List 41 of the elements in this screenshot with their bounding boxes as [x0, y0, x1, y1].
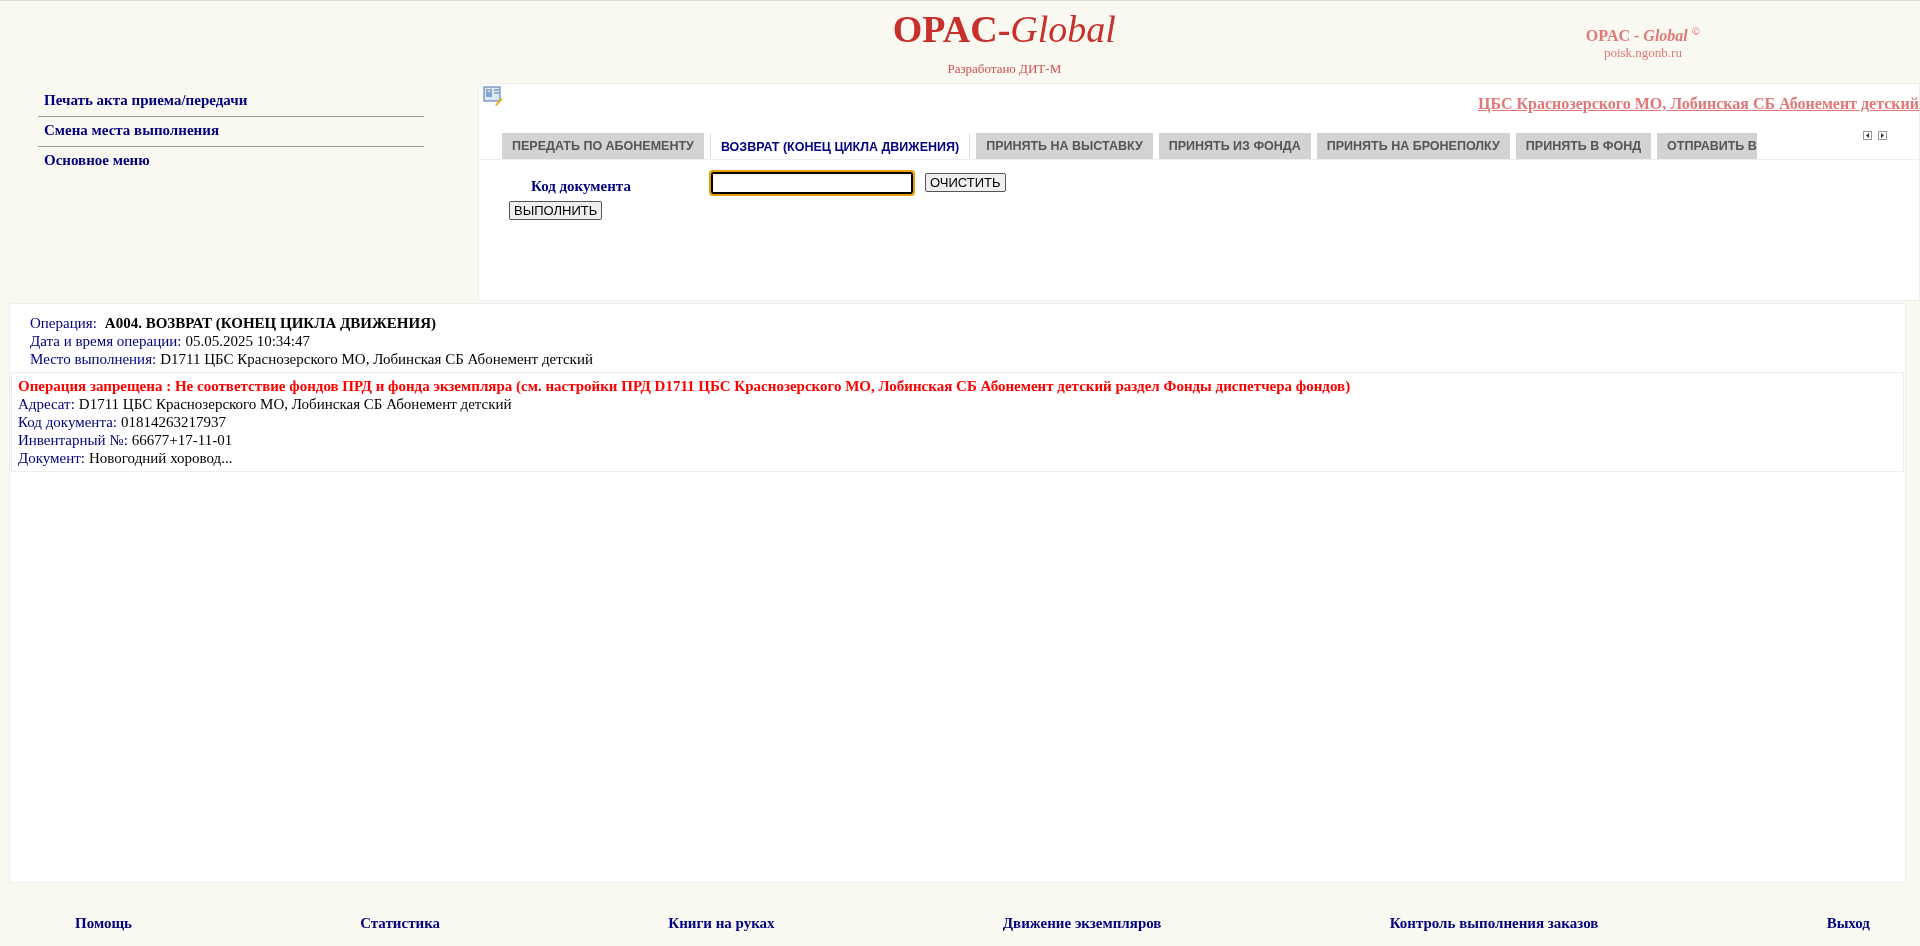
footer-link[interactable]: Статистика	[360, 915, 441, 932]
footer-link[interactable]: Контроль выполнения заказов	[1389, 915, 1599, 932]
sidebar-link[interactable]: Смена места выполнения	[38, 117, 424, 147]
label-text: Документ:	[18, 450, 85, 466]
field-label: Код документа	[531, 178, 632, 195]
tab[interactable]: ВОЗВРАТ (КОНЕЦ ЦИКЛА ДВИЖЕНИЯ)	[709, 133, 971, 159]
scroll-left-icon[interactable]	[1863, 131, 1872, 140]
label-text: Адресат:	[18, 396, 75, 412]
tab[interactable]: ПРИНЯТЬ НА БРОНЕПОЛКУ	[1316, 133, 1510, 159]
sidebar-link[interactable]: Печать акта приема/передачи	[38, 87, 424, 117]
value-text: D1711 ЦБС Краснозерского МО, Лобинская СБ Абонемент детский	[160, 351, 593, 367]
footer-link[interactable]: Выход	[1826, 915, 1870, 932]
scroll-right-icon[interactable]	[1878, 131, 1887, 140]
footer-link[interactable]: Книги на руках	[668, 915, 775, 932]
label-text: Операция:	[30, 315, 97, 331]
label-text: Дата и время операции:	[30, 333, 182, 349]
tab[interactable]: ПРИНЯТЬ В ФОНД	[1515, 133, 1652, 159]
sidebar-link[interactable]: Основное меню	[38, 147, 424, 176]
tab[interactable]: ПРИНЯТЬ НА ВЫСТАВКУ	[976, 133, 1153, 159]
tab[interactable]: ОТПРАВИТЬ В	[1657, 133, 1757, 159]
label-text: Инвентарный №:	[18, 432, 128, 448]
footer-link[interactable]: Движение экземпляров	[1002, 915, 1162, 932]
brand-text: OPAC - Global $^{©}$	[1585, 25, 1700, 46]
site-text: poisk.ngonb.ru	[1603, 45, 1682, 62]
clear-button[interactable]: ОЧИСТИТЬ	[925, 173, 1006, 192]
operation-value: А004. ВОЗВРАТ (КОНЕЦ ЦИКЛА ДВИЖЕНИЯ)	[104, 315, 436, 331]
footer-link[interactable]: Помощь	[75, 915, 132, 932]
developer-text: Разработано ДИТ-М	[947, 61, 1062, 77]
label-text: Код документа:	[18, 414, 117, 430]
error-message: Операция запрещена : Не соответствие фондов ПРД и фонда экземпляра (см. настройки ПРД D1711 ЦБС Краснозерского МО, Лобинская СБ Абонемент детский раздел Фонды диспетчера фондов)	[18, 377, 1352, 395]
execute-button[interactable]: ВЫПОЛНИТЬ	[509, 201, 603, 220]
logo: OPAC-Global	[892, 9, 1116, 49]
value-text: D1711 ЦБС Краснозерского МО, Лобинская СБ Абонемент детский	[78, 396, 512, 412]
value-text: 66677+17-11-01	[131, 432, 233, 448]
label-text: Место выполнения:	[30, 351, 157, 367]
tab[interactable]: ПРИНЯТЬ ИЗ ФОНДА	[1158, 133, 1311, 159]
tab[interactable]: ПЕРЕДАТЬ ПО АБОНЕМЕНТУ	[502, 133, 704, 159]
value-text: 01814263217937	[120, 414, 226, 430]
value-text: 05.05.2025 10:34:47	[185, 333, 310, 349]
value-text: Новогодний хоровод...	[89, 450, 233, 466]
document-code-field[interactable]	[711, 171, 913, 194]
